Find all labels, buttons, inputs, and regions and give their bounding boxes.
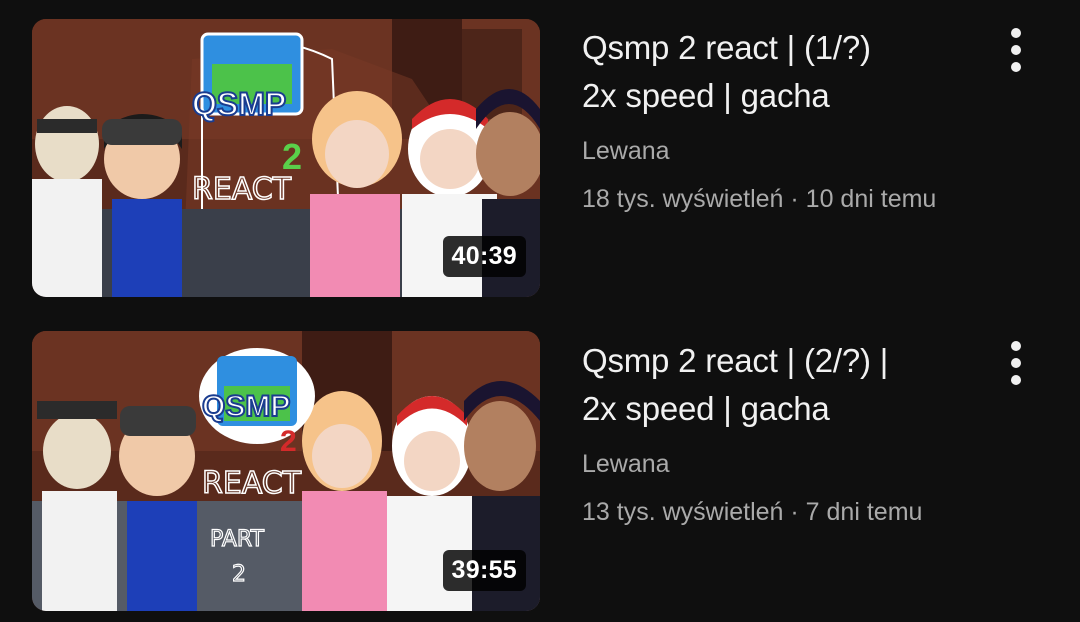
channel-name[interactable]: Lewana — [582, 134, 982, 168]
more-vert-icon[interactable] — [996, 26, 1036, 74]
video-title-line: 2x speed | gacha — [582, 390, 830, 427]
thumbnail-part-number: 2 — [232, 562, 246, 587]
channel-name[interactable]: Lewana — [582, 447, 982, 481]
video-title[interactable]: Qsmp 2 react | (1/?) 2x speed | gacha — [582, 24, 982, 120]
video-thumbnail[interactable]: QSMP 2 REACT 40:39 — [32, 19, 540, 297]
thumbnail-logo-suffix: 2 — [282, 136, 302, 177]
duration-badge: 39:55 — [442, 550, 526, 591]
menu-dot — [1011, 45, 1021, 55]
menu-dot — [1011, 341, 1021, 351]
thumbnail-part-text: PART — [210, 527, 265, 552]
video-title-line: 2x speed | gacha — [582, 77, 830, 114]
menu-dot — [1011, 358, 1021, 368]
video-item[interactable]: QSMP 2 REACT PART 2 39:55 Qsmp 2 react |… — [0, 313, 1080, 613]
menu-dot — [1011, 375, 1021, 385]
video-metadata[interactable]: Qsmp 2 react | (1/?) 2x speed | gacha Le… — [582, 24, 982, 216]
thumbnail-logo-suffix: 2 — [280, 425, 297, 458]
thumbnail-react-text: REACT — [192, 172, 292, 207]
video-thumbnail[interactable]: QSMP 2 REACT PART 2 39:55 — [32, 331, 540, 611]
video-feed: QSMP 2 REACT 40:39 Qsmp 2 react | (1/?) … — [0, 0, 1080, 622]
thumbnail-react-text: REACT — [202, 466, 302, 501]
more-vert-icon[interactable] — [996, 339, 1036, 387]
thumbnail-logo-text: QSMP — [202, 390, 290, 423]
thumbnail-logo-text: QSMP — [192, 86, 286, 122]
video-title-line: Qsmp 2 react | (1/?) — [582, 29, 871, 66]
video-metadata[interactable]: Qsmp 2 react | (2/?) | 2x speed | gacha … — [582, 337, 982, 529]
duration-badge: 40:39 — [442, 236, 526, 277]
video-stats: 18 tys. wyświetleń · 10 dni temu — [582, 185, 937, 213]
video-title-line: Qsmp 2 react | (2/?) | — [582, 342, 889, 379]
video-item[interactable]: QSMP 2 REACT 40:39 Qsmp 2 react | (1/?) … — [0, 0, 1080, 300]
video-stats: 13 tys. wyświetleń · 7 dni temu — [582, 498, 923, 526]
menu-dot — [1011, 28, 1021, 38]
menu-dot — [1011, 62, 1021, 72]
video-title[interactable]: Qsmp 2 react | (2/?) | 2x speed | gacha — [582, 337, 982, 433]
